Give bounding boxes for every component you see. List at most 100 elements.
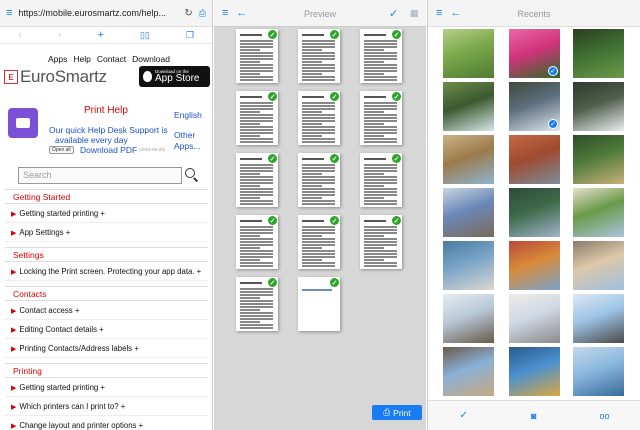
- checkmark-icon[interactable]: ✓: [389, 7, 398, 20]
- page-thumbnail[interactable]: ✓: [298, 277, 340, 331]
- url-field[interactable]: https://mobile.eurosmartz.com/help...: [18, 8, 178, 18]
- page-thumbnail[interactable]: ✓: [236, 29, 278, 83]
- menu-item[interactable]: ▶ Getting started printing +: [5, 204, 208, 223]
- nav-link[interactable]: Help: [73, 54, 90, 64]
- photo-lake-chateau[interactable]: [443, 241, 494, 290]
- photo-coast-cliffs[interactable]: [443, 135, 494, 184]
- triangle-icon: ▶: [11, 230, 17, 237]
- page-thumbnail[interactable]: ✓: [236, 277, 278, 331]
- photo-ornate-pavilion[interactable]: [443, 347, 494, 396]
- triangle-icon: ▶: [11, 346, 17, 353]
- other-apps-link[interactable]: Other Apps...: [174, 130, 204, 152]
- nav-link[interactable]: Apps: [48, 54, 67, 64]
- photo-pink-flowers[interactable]: ✓: [509, 29, 560, 78]
- page-thumbnail[interactable]: ✓: [298, 153, 340, 207]
- photo-waterfall[interactable]: [443, 82, 494, 131]
- photo-canal-houses[interactable]: [509, 241, 560, 290]
- help-menu: Getting Started ▶ Getting started printin…: [5, 189, 208, 430]
- nav-link[interactable]: Contact: [97, 54, 126, 64]
- recents-title: Recents: [517, 9, 551, 19]
- menu-item[interactable]: ▶ App Settings +: [5, 223, 208, 242]
- page-thumbnail[interactable]: ✓: [298, 29, 340, 83]
- triangle-icon: ▶: [11, 327, 17, 334]
- app-store-badge[interactable]: Download on the App Store: [139, 66, 210, 87]
- print-button[interactable]: ⎙ Print: [372, 405, 422, 420]
- page-thumbnail[interactable]: ✓: [360, 153, 402, 207]
- photo-eiffel-tower[interactable]: [443, 294, 494, 343]
- page-thumbnail[interactable]: ✓: [360, 29, 402, 83]
- english-link[interactable]: English: [174, 110, 202, 120]
- tabs-icon[interactable]: ❐: [186, 30, 194, 41]
- checkmark-icon: ✓: [391, 29, 402, 40]
- new-tab-icon[interactable]: +: [97, 29, 103, 41]
- checkmark-icon: ✓: [329, 29, 340, 40]
- menu-item[interactable]: ▶ Getting started printing +: [5, 378, 208, 397]
- photo-cliff-falls[interactable]: ✓: [509, 82, 560, 131]
- recents-panel: ≡ ← Recents ✓ ✓ ✓ ◙ oo: [427, 0, 640, 430]
- photo-church-dome[interactable]: [573, 241, 624, 290]
- forward-icon[interactable]: ›: [58, 29, 62, 41]
- photo-horse-statue[interactable]: [573, 294, 624, 343]
- section-settings[interactable]: Settings: [5, 247, 208, 262]
- photo-red-beach[interactable]: [509, 135, 560, 184]
- photo-grand-building[interactable]: [509, 294, 560, 343]
- photo-harbor-boats[interactable]: [573, 347, 624, 396]
- nav-link[interactable]: Download: [132, 54, 170, 64]
- search-icon[interactable]: [185, 168, 195, 178]
- checkmark-icon[interactable]: ✓: [460, 410, 468, 421]
- grid-icon[interactable]: ▦: [410, 8, 419, 19]
- page-thumbnail[interactable]: ✓: [360, 215, 402, 269]
- menu-item[interactable]: ▶ Change layout and printer options +: [5, 416, 208, 430]
- download-pdf-link[interactable]: Download PDF: [80, 145, 137, 155]
- page-thumbnail[interactable]: ✓: [236, 91, 278, 145]
- photo-garden-pot[interactable]: [573, 135, 624, 184]
- photo-seaside-crowd[interactable]: [509, 347, 560, 396]
- glasses-icon[interactable]: oo: [599, 411, 609, 421]
- site-logo[interactable]: E EuroSmartz: [4, 67, 107, 87]
- checkmark-icon: ✓: [267, 215, 278, 226]
- section-contacts[interactable]: Contacts: [5, 286, 208, 301]
- reload-icon[interactable]: ↻: [184, 8, 192, 19]
- printer-icon[interactable]: ⎙: [199, 8, 206, 19]
- page-thumbnail[interactable]: ✓: [298, 215, 340, 269]
- recents-toolbar: ✓ ◙ oo: [428, 400, 640, 430]
- page-thumbnail[interactable]: ✓: [236, 153, 278, 207]
- checkmark-icon: ✓: [391, 153, 402, 164]
- menu-item[interactable]: ▶ Which printers can I print to? +: [5, 397, 208, 416]
- menu-item[interactable]: ▶ Locking the Print screen. Protecting yo…: [5, 262, 208, 281]
- logo-text: EuroSmartz: [20, 67, 107, 86]
- print-label: Print: [393, 407, 411, 418]
- back-icon[interactable]: ‹: [18, 29, 22, 41]
- menu-icon[interactable]: ≡: [6, 7, 12, 19]
- bookmarks-icon[interactable]: ▯▯: [140, 30, 150, 41]
- photo-river-falls[interactable]: [573, 82, 624, 131]
- photo-mountain-lake[interactable]: [509, 188, 560, 237]
- search-input[interactable]: Search: [18, 167, 182, 184]
- section-getting-started[interactable]: Getting Started: [5, 189, 208, 204]
- checkmark-icon: ✓: [329, 277, 340, 288]
- page-thumbnail[interactable]: ✓: [236, 215, 278, 269]
- selected-check-icon: ✓: [548, 66, 558, 76]
- menu-item[interactable]: ▶ Printing Contacts/Address labels +: [5, 339, 208, 358]
- printer-icon: ⎙: [383, 407, 391, 417]
- photo-clock-tower[interactable]: [443, 188, 494, 237]
- print-app-icon: [8, 108, 38, 138]
- preview-header: ≡ ← Preview ✓ ▦: [214, 0, 426, 27]
- open-all-button[interactable]: Open all: [49, 146, 74, 154]
- checkmark-icon: ✓: [329, 153, 340, 164]
- triangle-icon: ▶: [11, 404, 17, 411]
- section-printing[interactable]: Printing: [5, 363, 208, 378]
- camera-icon[interactable]: ◙: [531, 411, 536, 421]
- menu-item[interactable]: ▶ Editing Contact details +: [5, 320, 208, 339]
- page-thumbnail[interactable]: ✓: [298, 91, 340, 145]
- preview-panel: ≡ ← Preview ✓ ▦ ✓ ✓ ✓ ✓ ✓ ✓ ✓ ✓ ✓ ✓ ✓ ✓ ✓ ✓ ⎙ Print: [214, 0, 426, 430]
- page-thumbnail[interactable]: ✓: [360, 91, 402, 145]
- checkmark-icon: ✓: [267, 91, 278, 102]
- checkmark-icon: ✓: [391, 215, 402, 226]
- recents-header: ≡ ← Recents: [428, 0, 640, 27]
- photo-swiss-village[interactable]: [573, 188, 624, 237]
- print-help-block: Print Help Our quick Help Desk Support i…: [8, 105, 208, 158]
- photo-green-hills[interactable]: [443, 29, 494, 78]
- menu-item[interactable]: ▶ Contact access +: [5, 301, 208, 320]
- photo-hobbit-door[interactable]: [573, 29, 624, 78]
